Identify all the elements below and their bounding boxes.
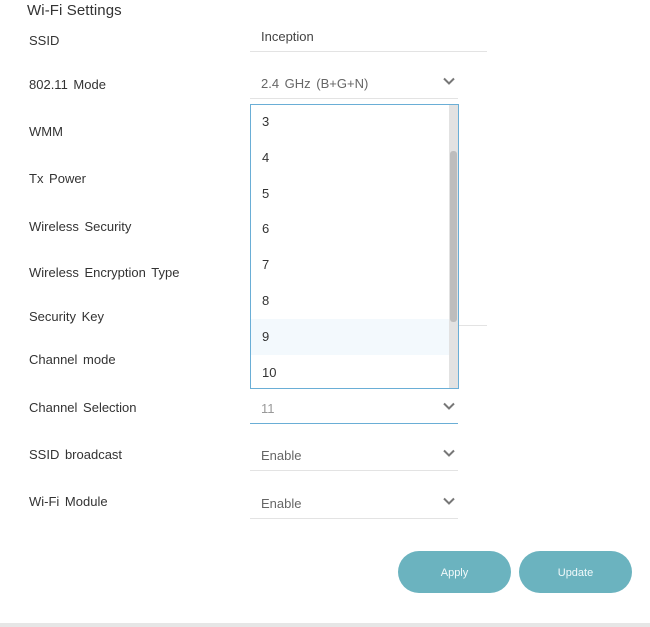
wifi-module-select[interactable]: Enable [250, 488, 458, 519]
label-wmm: WMM [29, 124, 63, 139]
apply-button[interactable]: Apply [398, 551, 511, 593]
channel-option[interactable]: 4 [251, 140, 458, 176]
dropdown-scrollbar[interactable] [449, 105, 458, 388]
channel-selection-value: 11 [261, 401, 275, 416]
channel-option[interactable]: 10 [251, 355, 458, 388]
label-security-key: Security Key [29, 309, 104, 324]
wifi-module-value: Enable [261, 496, 302, 511]
label-wireless-security: Wireless Security [29, 219, 132, 234]
label-wifi-module: Wi-Fi Module [29, 494, 108, 509]
ssid-broadcast-value: Enable [261, 448, 302, 463]
channel-selection-select[interactable]: 11 [250, 393, 458, 424]
chevron-down-icon [443, 402, 455, 410]
80211-mode-value: 2.4 GHz (B+G+N) [261, 76, 369, 91]
channel-option[interactable]: 3 [251, 105, 458, 140]
channel-option[interactable]: 5 [251, 176, 458, 212]
chevron-down-icon [443, 449, 455, 457]
80211-mode-select[interactable]: 2.4 GHz (B+G+N) [250, 68, 458, 99]
channel-option[interactable]: 6 [251, 211, 458, 247]
security-key-underline [459, 325, 487, 326]
chevron-down-icon [443, 497, 455, 505]
label-channel-mode: Channel mode [29, 352, 116, 367]
channel-option[interactable]: 8 [251, 283, 458, 319]
page-title: Wi-Fi Settings [27, 2, 122, 19]
label-tx-power: Tx Power [29, 171, 86, 186]
label-channel-selection: Channel Selection [29, 400, 137, 415]
channel-dropdown-list[interactable]: 3 4 5 6 7 8 9 10 [250, 104, 459, 389]
label-80211-mode: 802.11 Mode [29, 77, 106, 92]
label-ssid: SSID [29, 33, 60, 48]
chevron-down-icon [443, 77, 455, 85]
channel-options: 3 4 5 6 7 8 9 10 [251, 105, 458, 388]
label-ssid-broadcast: SSID broadcast [29, 447, 123, 462]
ssid-value: Inception [261, 29, 314, 44]
ssid-broadcast-select[interactable]: Enable [250, 440, 458, 471]
update-button[interactable]: Update [519, 551, 632, 593]
ssid-input[interactable]: Inception [250, 21, 487, 52]
label-wireless-encryption-type: Wireless Encryption Type [29, 265, 180, 280]
footer-divider [0, 623, 650, 627]
channel-option[interactable]: 7 [251, 247, 458, 283]
channel-option[interactable]: 9 [251, 318, 458, 355]
dropdown-scrollbar-thumb[interactable] [450, 151, 457, 322]
